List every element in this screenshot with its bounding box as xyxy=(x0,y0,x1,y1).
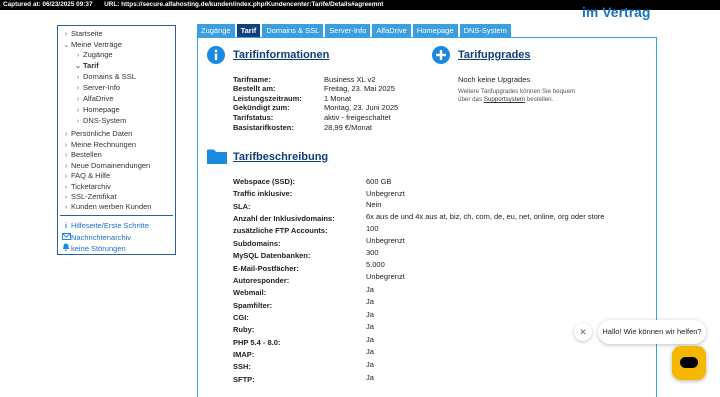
message-archive-link[interactable]: Nachrichtenarchiv xyxy=(61,232,131,243)
spec-label: SLA: xyxy=(233,202,251,211)
spec-label: Webmail: xyxy=(233,288,267,297)
tarifinfo-value: 28,99 €/Monat xyxy=(324,123,372,132)
spec-value: 6x aus de und 4x aus at, biz, ch, com, d… xyxy=(366,212,605,221)
spec-label: zusätzliche FTP Accounts: xyxy=(233,226,328,235)
spec-label: SSH: xyxy=(233,362,251,371)
tarifinfo-label: Leistungszeitraum: xyxy=(233,94,302,103)
spec-label: Traffic inklusive: xyxy=(233,189,293,198)
tarifinfo-value: Freitag, 23. Mai 2025 xyxy=(324,84,395,93)
spec-value: 5.000 xyxy=(366,260,385,269)
help-link[interactable]: i Hilfeseite/Erste Schritte xyxy=(61,220,149,231)
spec-value: Nein xyxy=(366,200,382,209)
tab-alfadrive[interactable]: AlfaDrive xyxy=(372,24,411,37)
folder-icon xyxy=(207,148,227,170)
sidebar-divider xyxy=(60,215,173,216)
sidebar-item-startseite[interactable]: › Startseite xyxy=(61,28,103,39)
sidebar-item-homepage[interactable]: › Homepage xyxy=(73,104,120,115)
tab-dns-system[interactable]: DNS-System xyxy=(459,24,511,37)
chat-greeting-bubble[interactable]: Hallo! Wie können wir helfen? xyxy=(598,320,706,344)
sidebar-item-zugaenge[interactable]: › Zugänge xyxy=(73,49,113,60)
tarifinfo-label: Tarifstatus: xyxy=(233,113,274,122)
tarifinfo-label: Gekündigt zum: xyxy=(233,103,290,112)
spec-value: Ja xyxy=(366,322,374,331)
tab-domains-ssl[interactable]: Domains & SSL xyxy=(262,24,324,37)
upgrades-none-text: Noch keine Upgrades xyxy=(458,75,531,84)
spec-value: Ja xyxy=(366,373,374,382)
spec-label: Subdomains: xyxy=(233,239,281,248)
sidebar-item-alfadrive[interactable]: › AlfaDrive xyxy=(73,93,114,104)
spec-value: Ja xyxy=(366,360,374,369)
spec-label: SFTP: xyxy=(233,375,255,384)
spec-label: CGI: xyxy=(233,313,249,322)
spec-label: PHP 5.4 - 8.0: xyxy=(233,338,281,347)
spec-label: Autoresponder: xyxy=(233,276,290,285)
beschreibung-title: Tarifbeschreibung xyxy=(233,151,329,163)
sidebar-item-dns-system[interactable]: › DNS-System xyxy=(73,115,127,126)
url-label: URL: xyxy=(104,1,120,8)
spec-label: IMAP: xyxy=(233,350,255,359)
captured-url: https://secure.alfahosting.de/kunden/ind… xyxy=(121,1,384,8)
chat-bubble-icon xyxy=(680,357,698,368)
spec-label: MySQL Datenbanken: xyxy=(233,251,311,260)
spec-label: Anzahl der Inklusivdomains: xyxy=(233,214,335,223)
sidebar-item-bestellen[interactable]: › Bestellen xyxy=(61,149,102,160)
tarifinfo-value: aktiv - freigeschaltet xyxy=(324,113,391,122)
sidebar-item-domains-ssl[interactable]: › Domains & SSL xyxy=(73,71,136,82)
sidebar-item-persoenliche-daten[interactable]: › Persönliche Daten xyxy=(61,128,132,139)
status-link[interactable]: keine Störungen xyxy=(61,243,126,254)
tab-homepage[interactable]: Homepage xyxy=(412,24,458,37)
chevron-down-icon: ⌄ xyxy=(63,42,69,49)
sidebar-item-faq-hilfe[interactable]: › FAQ & Hilfe xyxy=(61,170,110,181)
tarifinfo-label: Tarifname: xyxy=(233,75,271,84)
spec-value: 600 GB xyxy=(366,177,392,186)
chevron-right-icon: › xyxy=(64,204,68,211)
info-icon: i xyxy=(64,221,68,230)
spec-label: Spamfilter: xyxy=(233,301,273,310)
chat-launcher-button[interactable] xyxy=(672,346,706,380)
upgrades-note-line2: über das Supportsystem bestellen. xyxy=(458,96,554,103)
tarifinfo-label: Basistarifkosten: xyxy=(233,123,294,132)
sidebar-item-server-info[interactable]: › Server-Info xyxy=(73,82,120,93)
supportsystem-link[interactable]: Supportsystem xyxy=(484,96,525,103)
spec-value: Ja xyxy=(366,335,374,344)
spec-value: Ja xyxy=(366,310,374,319)
mail-icon xyxy=(61,232,71,243)
tarif-panel: Tarifinformationen Tarifname: Business X… xyxy=(197,37,657,397)
captured-timestamp: 06/23/2025 09:37 xyxy=(42,1,93,8)
tarifinfo-label: Bestellt am: xyxy=(233,84,276,93)
spec-value: Unbegrenzt xyxy=(366,189,405,198)
chevron-right-icon: › xyxy=(76,118,80,125)
bell-icon xyxy=(61,243,71,254)
spec-label: Ruby: xyxy=(233,325,255,334)
sidebar-item-tarif[interactable]: ⌄ Tarif xyxy=(73,60,99,71)
spec-label: E-Mail-Postfächer: xyxy=(233,264,299,273)
sidebar-item-kunden-werben-kunden[interactable]: › Kunden werben Kunden xyxy=(61,201,152,212)
tab-zugaenge[interactable]: Zugänge xyxy=(197,24,235,37)
tarifinfo-value: Montag, 23. Juni 2025 xyxy=(324,103,399,112)
info-circle-icon xyxy=(207,46,225,69)
tarifinfo-value: 1 Monat xyxy=(324,94,352,103)
spec-value: Ja xyxy=(366,285,374,294)
spec-value: Ja xyxy=(366,347,374,356)
tab-bar: Zugänge Tarif Domains & SSL Server-Info Alfa… xyxy=(197,24,513,37)
spec-value: Unbegrenzt xyxy=(366,236,405,245)
upgrades-title: Tarifupgrades xyxy=(458,49,531,61)
tarifinfo-value: Business XL v2 xyxy=(324,75,376,84)
chat-close-button[interactable]: ✕ xyxy=(574,323,592,341)
spec-value: Ja xyxy=(366,297,374,306)
tab-tarif[interactable]: Tarif xyxy=(236,24,261,37)
page-heading-fragment: im Vertrag xyxy=(582,4,651,20)
spec-label: Webspace (SSD): xyxy=(233,177,295,186)
tarifinfo-title: Tarifinformationen xyxy=(233,49,330,61)
upgrades-note-line1: Weitere Tarifupgrades können Sie bequem xyxy=(458,88,576,95)
spec-value: 100 xyxy=(366,224,379,233)
plus-circle-icon xyxy=(432,46,450,69)
sidebar-nav: › Startseite ⌄ Meine Verträge › Zugänge ⌄ Ta… xyxy=(57,25,176,255)
tab-server-info[interactable]: Server-Info xyxy=(325,24,371,37)
spec-value: 300 xyxy=(366,248,379,257)
spec-value: Unbegrenzt xyxy=(366,272,405,281)
captured-label: Captured at: xyxy=(3,1,41,8)
